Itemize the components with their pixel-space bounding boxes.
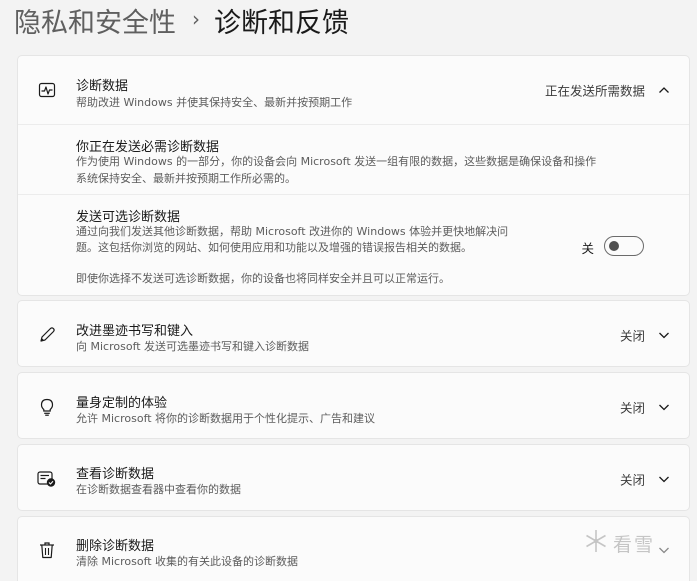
breadcrumb-separator: › [192, 7, 200, 31]
diagnostic-data-title: 诊断数据 [76, 79, 129, 94]
optional-diagnostic-toggle[interactable] [604, 236, 644, 256]
breadcrumb-parent[interactable]: 隐私和安全性 [14, 1, 176, 40]
delete-diagnostic-title: 删除诊断数据 [76, 539, 155, 554]
data-viewer-icon [36, 468, 58, 490]
view-diagnostic-status: 关闭 [619, 472, 645, 487]
toggle-knob [609, 241, 619, 251]
diagnostic-data-status: 正在发送所需数据 [544, 83, 645, 99]
chevron-down-icon[interactable] [656, 327, 672, 343]
required-diagnostic-title: 你正在发送必需诊断数据 [76, 140, 220, 155]
optional-diagnostic-note: 即使你选择不发送可选诊断数据，你的设备也将同样安全并且可以正常运行。 [76, 272, 450, 285]
inking-typing-card[interactable]: 改进墨迹书写和键入 向 Microsoft 发送可选墨迹书写和键入诊断数据 关闭 [17, 300, 690, 367]
inking-status: 关闭 [619, 328, 645, 343]
view-diagnostic-data-card[interactable]: 查看诊断数据 在诊断数据查看器中查看你的数据 关闭 [17, 444, 690, 511]
optional-diagnostic-section: 发送可选诊断数据 通过向我们发送其他诊断数据，帮助 Microsoft 改进你的… [18, 194, 689, 295]
required-diagnostic-text-2: 系统保持安全、最新并按预期工作所必需的。 [76, 172, 296, 185]
lightbulb-icon [36, 396, 58, 418]
snowflake-logo-icon [583, 528, 609, 558]
diagnostic-data-header[interactable]: 诊断数据 帮助改进 Windows 并使其保持安全、最新并按预期工作 正在发送所… [18, 56, 689, 124]
page-title: 诊断和反馈 [214, 7, 349, 39]
watermark-text: 看雪 [613, 533, 656, 556]
tailored-status: 关闭 [619, 400, 645, 415]
tailored-experiences-card[interactable]: 量身定制的体验 允许 Microsoft 将你的诊断数据用于个性化提示、广告和建… [17, 372, 690, 439]
view-diagnostic-title: 查看诊断数据 [76, 467, 155, 482]
watermark: 看雪 [583, 525, 655, 561]
optional-diagnostic-toggle-label: 关 [581, 241, 594, 256]
delete-diagnostic-description: 清除 Microsoft 收集的有关此设备的诊断数据 [76, 555, 299, 568]
trash-icon [36, 539, 58, 561]
tailored-description: 允许 Microsoft 将你的诊断数据用于个性化提示、广告和建议 [76, 412, 376, 425]
chevron-down-icon[interactable] [656, 471, 672, 487]
breadcrumb: 隐私和安全性 › 诊断和反馈 [14, 1, 349, 40]
optional-diagnostic-text-2: 题。这包括你浏览的网站、如何使用应用和功能以及增强的错误报告相关的数据。 [76, 241, 472, 254]
required-diagnostic-section: 你正在发送必需诊断数据 作为使用 Windows 的一部分，你的设备会向 Mic… [18, 124, 689, 194]
view-diagnostic-description: 在诊断数据查看器中查看你的数据 [76, 483, 241, 496]
settings-page: 隐私和安全性 › 诊断和反馈 诊断数据 帮助改进 Windows 并使其保持安全… [0, 0, 697, 581]
diagnostic-pulse-icon [36, 79, 58, 101]
chevron-down-icon[interactable] [656, 542, 672, 558]
optional-diagnostic-title: 发送可选诊断数据 [76, 210, 181, 225]
optional-diagnostic-text-1: 通过向我们发送其他诊断数据，帮助 Microsoft 改进你的 Windows … [76, 225, 509, 238]
inking-description: 向 Microsoft 发送可选墨迹书写和键入诊断数据 [76, 340, 310, 353]
diagnostic-data-description: 帮助改进 Windows 并使其保持安全、最新并按预期工作 [76, 96, 353, 109]
chevron-down-icon[interactable] [656, 399, 672, 415]
pen-icon [36, 324, 58, 346]
chevron-up-icon[interactable] [656, 82, 672, 98]
inking-title: 改进墨迹书写和键入 [76, 324, 194, 339]
required-diagnostic-text-1: 作为使用 Windows 的一部分，你的设备会向 Microsoft 发送一组有… [76, 155, 597, 168]
tailored-title: 量身定制的体验 [76, 396, 168, 411]
diagnostic-data-card: 诊断数据 帮助改进 Windows 并使其保持安全、最新并按预期工作 正在发送所… [17, 55, 690, 296]
